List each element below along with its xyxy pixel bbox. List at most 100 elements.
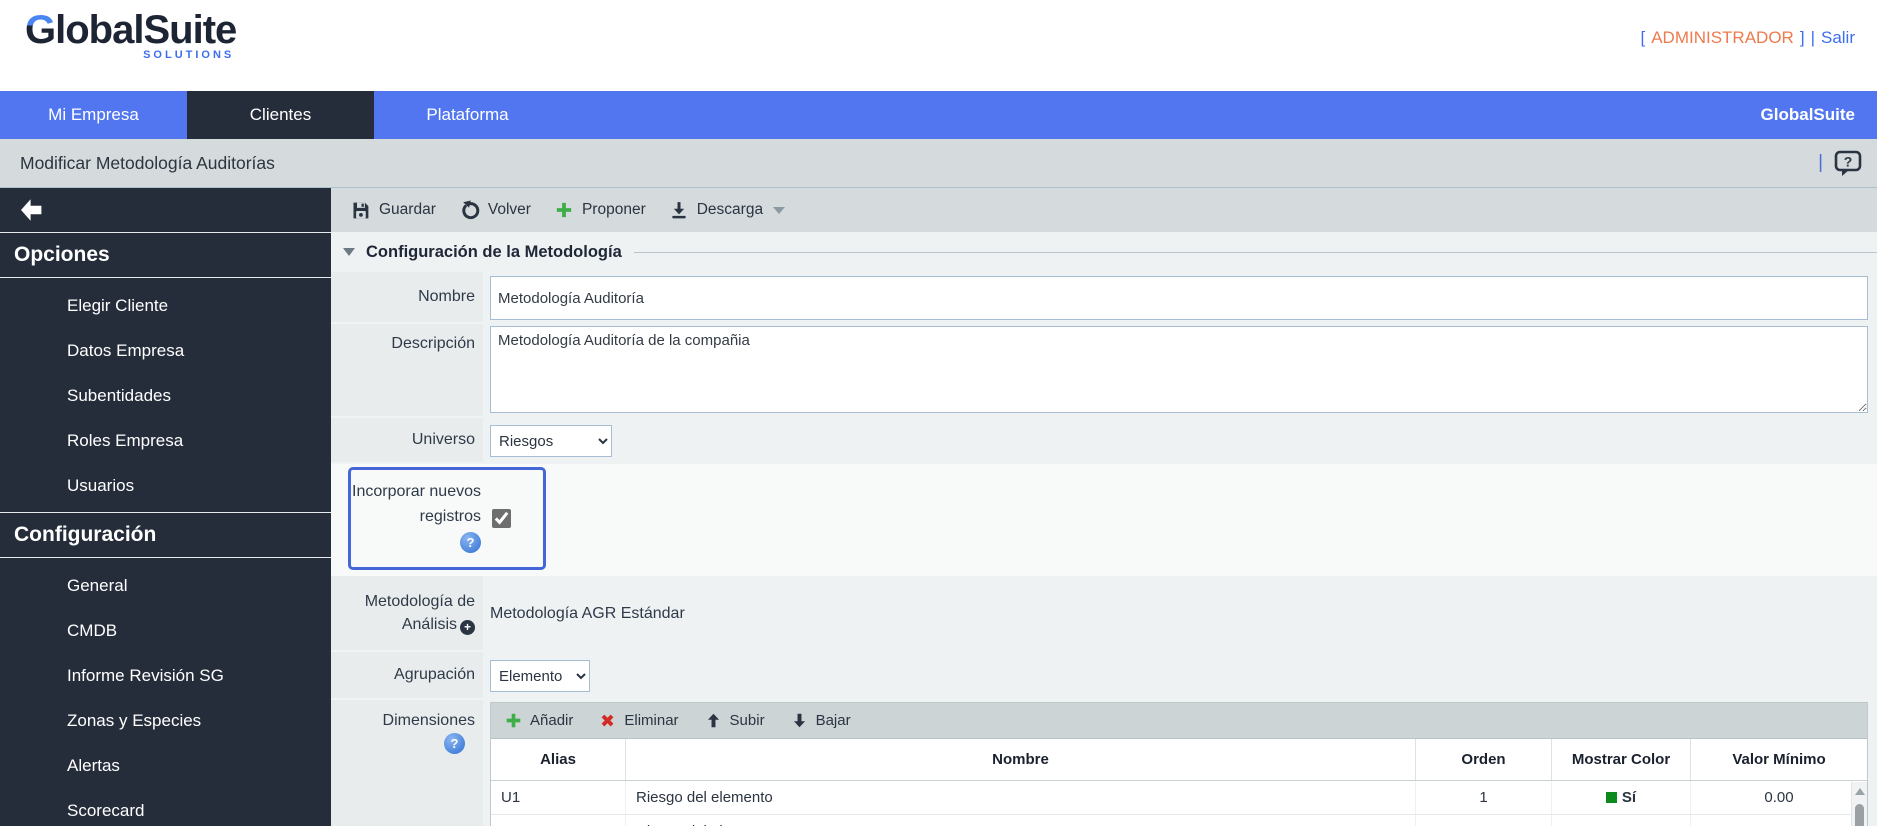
main-content: Guardar Volver Proponer D (331, 188, 1877, 826)
download-icon (669, 200, 689, 220)
scrollbar-thumb[interactable] (1855, 804, 1864, 826)
back-arrow-icon[interactable] (18, 198, 48, 222)
sidebar-item-elegir-cliente[interactable]: Elegir Cliente (0, 283, 331, 328)
plus-icon (504, 711, 523, 730)
globalsuite-logo: GlobalSuite SOLUTIONS (25, 8, 236, 61)
move-up-button[interactable]: Subir (704, 711, 765, 730)
logo-initial: G (25, 8, 55, 52)
title-divider: | (1818, 152, 1823, 174)
metodologia-label-line2-wrap: Análisis+ (331, 613, 475, 636)
add-row-label: Añadir (530, 712, 573, 729)
section-rule (634, 252, 1877, 253)
sidebar-item-roles-empresa[interactable]: Roles Empresa (0, 418, 331, 463)
page-title: Modificar Metodología Auditorías (20, 153, 275, 174)
logout-link[interactable]: Salir (1821, 28, 1855, 48)
action-toolbar: Guardar Volver Proponer D (331, 188, 1877, 232)
col-header-mostrar-color: Mostrar Color (1552, 739, 1691, 780)
universo-select[interactable]: Riesgos (490, 425, 612, 457)
sidebar-item-cmdb[interactable]: CMDB (0, 608, 331, 653)
download-label: Descarga (697, 201, 763, 219)
metodologia-label-line2: Análisis (402, 616, 457, 633)
undo-arrow-icon (459, 200, 480, 221)
propose-button[interactable]: Proponer (554, 200, 646, 220)
title-bar-right: | ? (1818, 139, 1863, 187)
download-button[interactable]: Descarga (669, 200, 785, 220)
move-down-button[interactable]: Bajar (790, 711, 851, 730)
nav-tab-mi-empresa[interactable]: Mi Empresa (0, 91, 187, 139)
arrow-down-icon (790, 711, 809, 730)
move-down-label: Bajar (816, 712, 851, 729)
col-header-nombre: Nombre (626, 739, 1416, 780)
metodologia-label-line1: Metodología de (331, 590, 475, 613)
table-row[interactable]: U10 Riesgo del elemento NUEVO 2 No 0.00 (491, 815, 1867, 826)
userbar-divider: | (1811, 28, 1815, 48)
propose-label: Proponer (582, 201, 646, 219)
floppy-disk-icon (350, 200, 371, 221)
sidebar-items-configuracion: General CMDB Informe Revisión SG Zonas y… (0, 558, 331, 826)
cell-alias: U1 (491, 781, 626, 814)
field-row-nombre: Nombre (331, 272, 1877, 324)
sidebar-item-alertas[interactable]: Alertas (0, 743, 331, 788)
scrollbar-up-button[interactable] (1852, 782, 1867, 800)
back-button[interactable]: Volver (459, 200, 531, 221)
sidebar-section-configuracion: Configuración (0, 512, 331, 558)
cell-nombre: Riesgo del elemento NUEVO (626, 815, 1416, 826)
col-header-valor-minimo: Valor Mínimo (1691, 739, 1867, 780)
field-row-universo: Universo Riesgos (331, 418, 1877, 464)
table-row[interactable]: U1 Riesgo del elemento 1 Sí 0.00 (491, 781, 1867, 815)
sidebar-item-usuarios[interactable]: Usuarios (0, 463, 331, 508)
plus-icon (554, 200, 574, 220)
dimensiones-help-icon[interactable]: ? (444, 733, 465, 754)
field-row-descripcion: Descripción Metodología Auditoría de la … (331, 324, 1877, 418)
incorporar-label: Incorporar nuevos registros (352, 483, 481, 525)
bracket-close: ] (1800, 28, 1805, 48)
add-row-button[interactable]: Añadir (504, 711, 573, 730)
agrupacion-select[interactable]: Elemento (490, 660, 590, 692)
help-bubble-icon[interactable]: ? (1833, 149, 1863, 177)
sidebar-item-informe-revision-sg[interactable]: Informe Revisión SG (0, 653, 331, 698)
delete-row-button[interactable]: Eliminar (598, 711, 678, 730)
sidebar-item-scorecard[interactable]: Scorecard (0, 788, 331, 826)
x-icon (598, 711, 617, 730)
sidebar-item-zonas-y-especies[interactable]: Zonas y Especies (0, 698, 331, 743)
cell-orden: 2 (1416, 815, 1552, 826)
bracket-open: [ (1640, 28, 1645, 48)
save-button[interactable]: Guardar (350, 200, 436, 221)
sidebar-items-opciones: Elegir Cliente Datos Empresa Subentidade… (0, 278, 331, 508)
field-row-incorporar: Incorporar nuevos registros ? (331, 464, 1877, 576)
field-row-dimensiones: Dimensiones ? Añadir Eliminar (331, 700, 1877, 826)
page-title-bar: Modificar Metodología Auditorías | ? (0, 139, 1877, 188)
col-header-orden: Orden (1416, 739, 1552, 780)
mostrar-color-value: Sí (1622, 789, 1636, 806)
grid-scrollbar (1851, 782, 1867, 826)
cell-orden: 1 (1416, 781, 1552, 814)
arrow-up-icon (704, 711, 723, 730)
logo-rest: lobalSuite (55, 8, 236, 52)
incorporar-help-icon[interactable]: ? (460, 532, 481, 553)
incorporar-check-wrap (481, 470, 543, 567)
methodology-form: Configuración de la Metodología Nombre D… (331, 232, 1877, 826)
incorporar-checkbox[interactable] (492, 509, 511, 528)
nombre-input[interactable] (490, 276, 1868, 320)
main-nav: Mi Empresa Clientes Plataforma GlobalSui… (0, 91, 1877, 139)
sidebar-item-datos-empresa[interactable]: Datos Empresa (0, 328, 331, 373)
grid-header-row: Alias Nombre Orden Mostrar Color Valor M… (491, 739, 1867, 781)
nav-tab-plataforma[interactable]: Plataforma (374, 91, 561, 139)
sidebar: Opciones Elegir Cliente Datos Empresa Su… (0, 188, 331, 826)
sidebar-item-subentidades[interactable]: Subentidades (0, 373, 331, 418)
sidebar-back-row (0, 188, 331, 232)
collapse-caret-icon[interactable] (343, 248, 355, 256)
color-swatch (1606, 792, 1617, 803)
cell-nombre: Riesgo del elemento (626, 781, 1416, 814)
app-window: GlobalSuite SOLUTIONS [ ADMINISTRADOR ] … (0, 0, 1877, 826)
nav-tab-clientes[interactable]: Clientes (187, 91, 374, 139)
sidebar-item-general[interactable]: General (0, 563, 331, 608)
dimensiones-grid: Añadir Eliminar Subir (490, 702, 1868, 826)
grid-toolbar: Añadir Eliminar Subir (491, 703, 1867, 739)
cell-mostrar-color: No (1552, 815, 1691, 826)
highlight-box: Incorporar nuevos registros ? (348, 467, 546, 570)
cell-alias: U10 (491, 815, 626, 826)
add-circle-icon[interactable]: + (460, 620, 475, 635)
descripcion-textarea[interactable]: Metodología Auditoría de la compañia (490, 326, 1868, 413)
user-bar: [ ADMINISTRADOR ] | Salir (1640, 28, 1855, 48)
